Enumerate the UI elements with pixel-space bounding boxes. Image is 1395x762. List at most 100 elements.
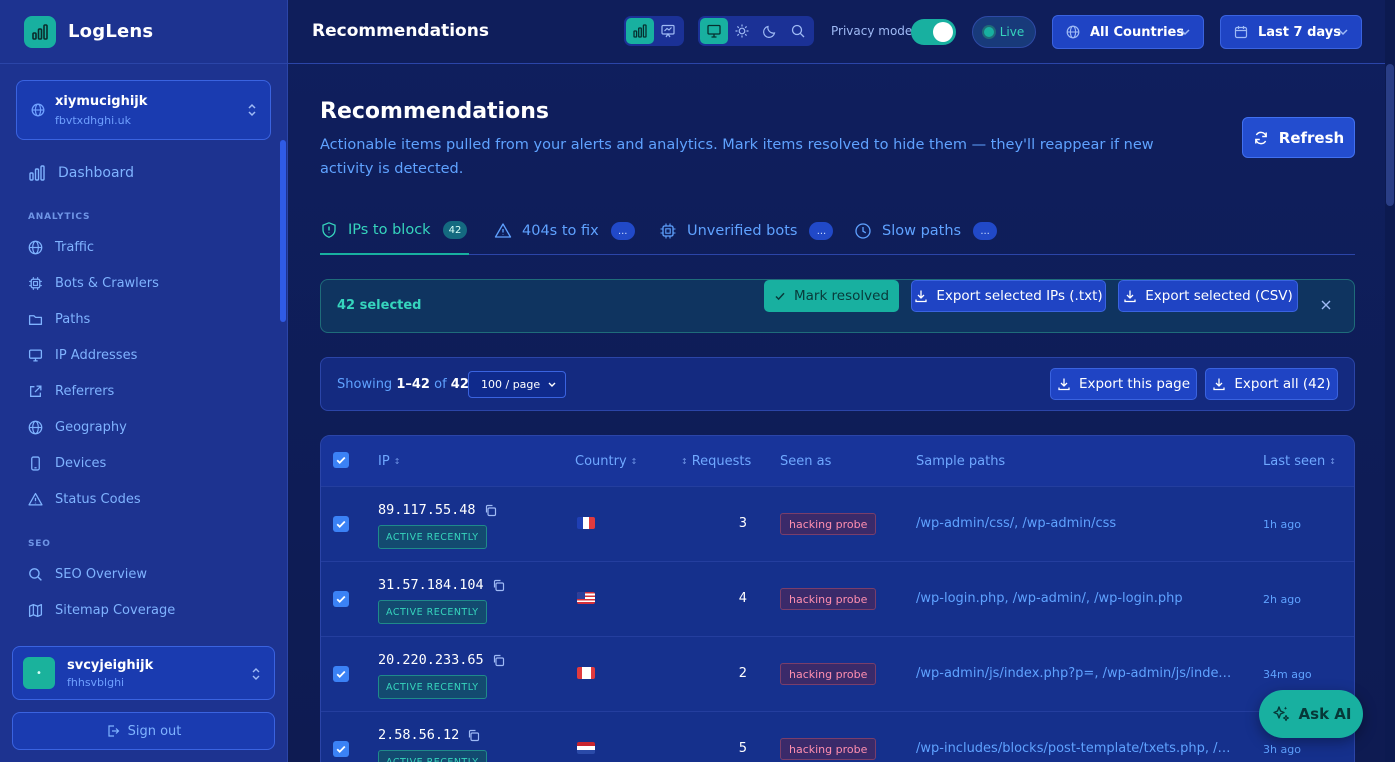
per-page-value: 100 / page — [481, 378, 541, 391]
privacy-mode-toggle[interactable] — [911, 19, 956, 45]
export-page-button[interactable]: Export this page — [1050, 368, 1197, 400]
sidebar-item-devices[interactable]: Devices — [28, 456, 106, 471]
row-checkbox[interactable] — [333, 741, 349, 757]
export-selected-ips-button[interactable]: Export selected IPs (.txt) — [911, 280, 1106, 312]
requests-cell: 3 — [738, 516, 747, 531]
flag-icon — [577, 742, 595, 754]
page-scrollbar[interactable] — [1385, 0, 1395, 762]
search-icon — [28, 567, 43, 582]
requests-cell: 5 — [738, 741, 747, 756]
sidebar-scrollbar[interactable] — [280, 140, 286, 322]
sign-out-button[interactable]: Sign out — [12, 712, 275, 750]
search-button[interactable] — [784, 18, 812, 44]
ip-address[interactable]: 31.57.184.104 — [378, 577, 484, 593]
bar-chart-icon — [28, 164, 46, 182]
row-checkbox[interactable] — [333, 591, 349, 607]
bar-chart-mode-button[interactable] — [626, 18, 654, 44]
sidebar-item-status-codes[interactable]: Status Codes — [28, 492, 141, 507]
ip-address[interactable]: 2.58.56.12 — [378, 727, 459, 743]
monitor-icon — [706, 23, 722, 39]
sidebar-item-dashboard[interactable]: Dashboard — [28, 164, 134, 182]
bar-chart-icon — [632, 23, 648, 39]
copy-icon[interactable] — [492, 579, 505, 592]
user-switcher[interactable]: • svcyjeighijk fhhsvblghi — [12, 646, 275, 700]
ips-table: IP ↕ Country ↕ ↕ Requests Seen as Sample pa… — [320, 435, 1355, 762]
tab-slow-paths[interactable]: Slow paths ... — [854, 207, 998, 255]
table-row[interactable]: 31.57.184.104 ACTIVE RECENTLY 4 hacking pro… — [321, 561, 1354, 636]
column-header-last-seen[interactable]: Last seen ↕ — [1263, 454, 1336, 469]
recommendation-tabs: IPs to block 42 404s to fix ... Unverifi… — [320, 207, 1355, 255]
download-icon — [1123, 289, 1137, 303]
logo-icon — [24, 15, 56, 48]
sample-paths-cell: /wp-admin/css/, /wp-admin/css — [916, 516, 1117, 531]
column-header-country[interactable]: Country ↕ — [575, 454, 637, 469]
page-title-topbar: Recommendations — [312, 21, 489, 41]
sidebar-item-referrers[interactable]: Referrers — [28, 384, 114, 399]
table-header: IP ↕ Country ↕ ↕ Requests Seen as Sample pa… — [321, 436, 1354, 486]
sidebar-item-paths[interactable]: Paths — [28, 312, 90, 327]
globe-icon — [28, 420, 43, 435]
row-checkbox[interactable] — [333, 516, 349, 532]
folder-icon — [28, 312, 43, 327]
sidebar-item-geography[interactable]: Geography — [28, 420, 127, 435]
download-icon — [1212, 377, 1226, 391]
last-seen-cell: 2h ago — [1263, 593, 1301, 606]
export-ips-label: Export selected IPs (.txt) — [936, 288, 1103, 304]
date-range-dropdown[interactable]: Last 7 days — [1220, 15, 1362, 49]
export-selected-csv-button[interactable]: Export selected (CSV) — [1118, 280, 1298, 312]
close-icon[interactable] — [1320, 299, 1332, 311]
tab-404s-to-fix[interactable]: 404s to fix ... — [494, 207, 635, 255]
sidebar-item-label: Devices — [55, 456, 107, 471]
sidebar-item-seo-overview[interactable]: SEO Overview — [28, 567, 147, 582]
refresh-label: Refresh — [1278, 128, 1345, 147]
dark-theme-button[interactable] — [756, 18, 784, 44]
brand[interactable]: LogLens — [0, 0, 287, 64]
page-scrollbar-thumb[interactable] — [1386, 64, 1394, 206]
country-filter-dropdown[interactable]: All Countries — [1052, 15, 1204, 49]
page-description: Actionable items pulled from your alerts… — [320, 137, 1154, 177]
copy-icon[interactable] — [492, 654, 505, 667]
ip-address[interactable]: 20.220.233.65 — [378, 652, 484, 668]
main-content: Recommendations Privacy mode Live All Co… — [288, 0, 1395, 762]
sidebar-item-sitemap-coverage[interactable]: Sitemap Coverage — [28, 603, 175, 618]
presentation-mode-button[interactable] — [654, 18, 682, 44]
export-all-button[interactable]: Export all (42) — [1205, 368, 1338, 400]
site-switcher[interactable]: xiymucighijk fbvtxdhghi.uk — [16, 80, 271, 140]
column-header-requests[interactable]: ↕ Requests — [681, 454, 751, 469]
sidebar-item-ip-addresses[interactable]: IP Addresses — [28, 348, 137, 363]
refresh-button[interactable]: Refresh — [1242, 117, 1355, 158]
table-row[interactable]: 2.58.56.12 ACTIVE RECENTLY 5 hacking probe /… — [321, 711, 1354, 762]
per-page-select[interactable]: 100 / page — [468, 371, 566, 398]
sidebar-item-bots[interactable]: Bots & Crawlers — [28, 276, 159, 291]
date-filter-value: Last 7 days — [1258, 24, 1341, 40]
sidebar-item-label: Bots & Crawlers — [55, 276, 159, 291]
table-row[interactable]: 20.220.233.65 ACTIVE RECENTLY 2 hacking pro… — [321, 636, 1354, 711]
sidebar-item-label: Sitemap Coverage — [55, 603, 176, 618]
sidebar-item-label: Dashboard — [58, 165, 134, 181]
tab-unverified-bots[interactable]: Unverified bots ... — [659, 207, 834, 255]
globe-icon — [28, 240, 43, 255]
select-all-checkbox[interactable] — [333, 452, 349, 468]
top-bar: Recommendations Privacy mode Live All Co… — [288, 0, 1395, 64]
ip-address[interactable]: 89.117.55.48 — [378, 502, 476, 518]
light-theme-button[interactable] — [728, 18, 756, 44]
tab-ips-to-block[interactable]: IPs to block 42 — [320, 207, 469, 255]
download-icon — [914, 289, 928, 303]
sidebar-item-label: SEO Overview — [55, 567, 148, 582]
system-theme-button[interactable] — [700, 18, 728, 44]
selection-count: 42 selected — [337, 298, 422, 313]
tab-count-badge: ... — [610, 222, 635, 240]
mark-resolved-button[interactable]: Mark resolved — [764, 280, 899, 312]
live-indicator[interactable]: Live — [972, 16, 1036, 48]
ask-ai-button[interactable]: Ask AI — [1259, 690, 1363, 738]
ip-cell: 2.58.56.12 — [378, 727, 480, 743]
sidebar-item-traffic[interactable]: Traffic — [28, 240, 94, 255]
column-header-ip[interactable]: IP ↕ — [378, 454, 400, 469]
active-recently-badge: ACTIVE RECENTLY — [378, 675, 487, 699]
copy-icon[interactable] — [467, 729, 480, 742]
table-row[interactable]: 89.117.55.48 ACTIVE RECENTLY 3 hacking prob… — [321, 486, 1354, 561]
calendar-icon — [1234, 25, 1248, 39]
mark-resolved-label: Mark resolved — [793, 288, 890, 304]
row-checkbox[interactable] — [333, 666, 349, 682]
copy-icon[interactable] — [484, 504, 497, 517]
